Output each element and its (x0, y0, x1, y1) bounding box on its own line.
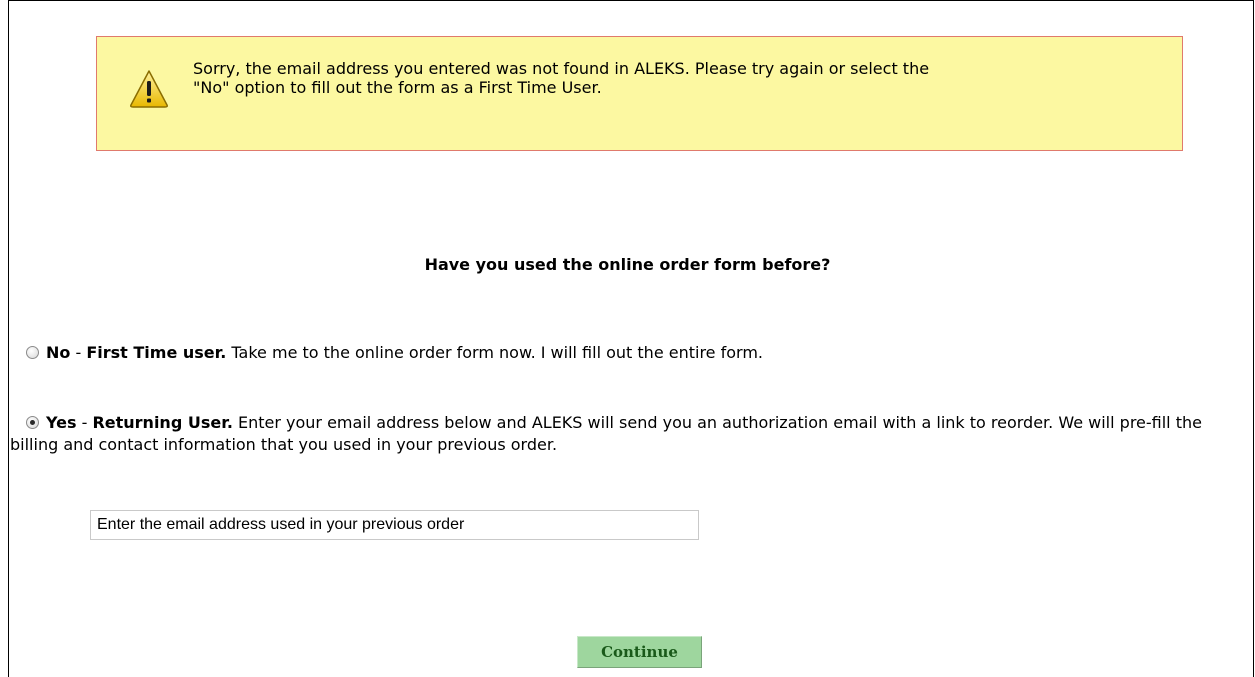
option-no-description: Take me to the online order form now. I … (226, 343, 763, 362)
warning-icon (130, 70, 168, 108)
option-yes-separator: - (76, 413, 93, 432)
option-first-time-user: No - First Time user. Take me to the onl… (10, 342, 1250, 364)
email-input[interactable] (90, 510, 699, 540)
option-no-separator: - (70, 343, 87, 362)
option-yes-title: Returning User. (92, 413, 233, 432)
option-no-title: First Time user. (86, 343, 227, 362)
radio-no[interactable] (26, 345, 39, 359)
alert-message-line2: "No" option to fill out the form as a Fi… (193, 78, 602, 97)
radio-yes[interactable] (26, 415, 39, 429)
question-heading: Have you used the online order form befo… (424, 255, 831, 274)
continue-button[interactable]: Continue (577, 636, 702, 668)
alert-message: Sorry, the email address you entered was… (193, 59, 1153, 97)
alert-message-line1: Sorry, the email address you entered was… (193, 59, 930, 78)
option-no-lead: No (46, 343, 71, 362)
error-alert: Sorry, the email address you entered was… (96, 36, 1183, 151)
option-returning-user: Yes - Returning User. Enter your email a… (10, 412, 1250, 456)
option-yes-lead: Yes (46, 413, 77, 432)
